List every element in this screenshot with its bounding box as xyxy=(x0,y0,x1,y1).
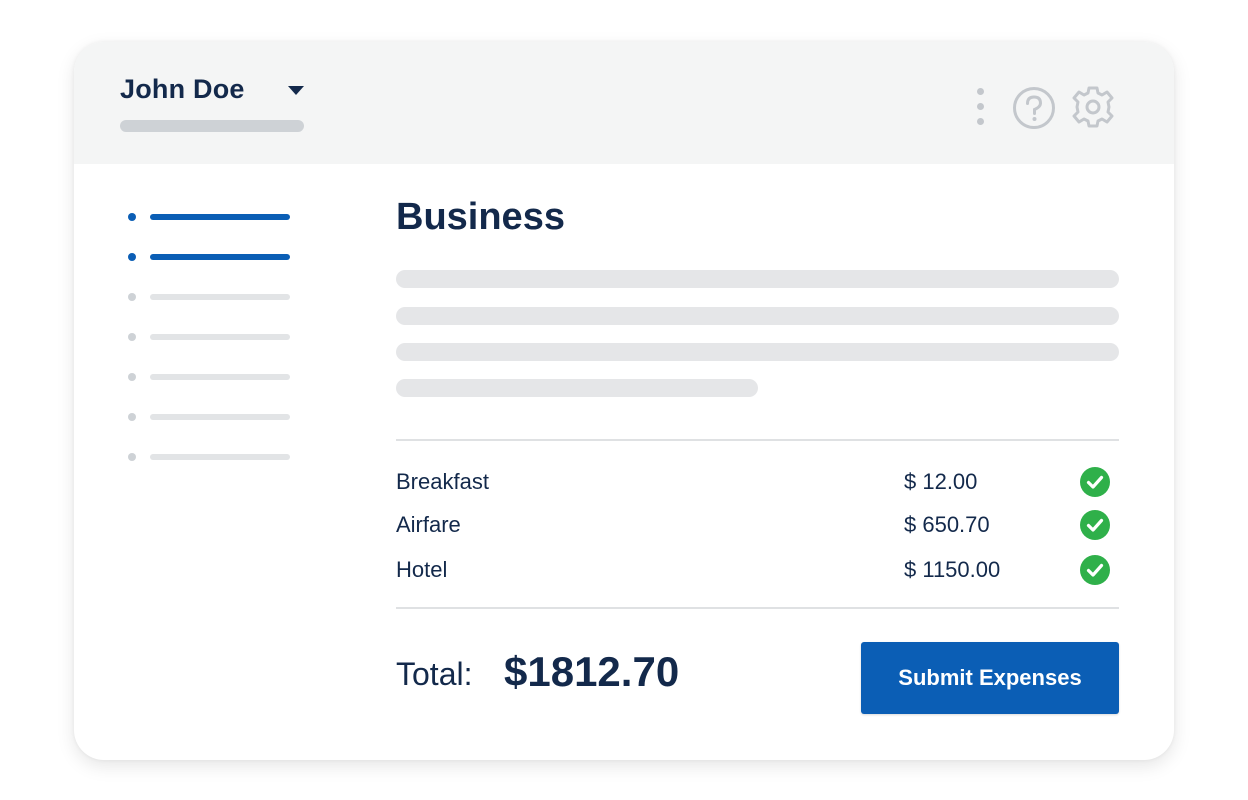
page-title: Business xyxy=(396,196,565,238)
check-icon xyxy=(1080,555,1110,585)
check-icon xyxy=(1080,510,1110,540)
sidebar-bullet xyxy=(128,333,136,341)
user-name[interactable]: John Doe xyxy=(120,74,245,105)
sidebar-item-5[interactable] xyxy=(128,373,298,383)
header-bar: John Doe xyxy=(74,42,1174,164)
expense-name: Hotel xyxy=(396,557,448,582)
expense-row: Airfare $ 650.70 xyxy=(396,510,1119,540)
user-dropdown-caret-icon[interactable] xyxy=(288,86,304,95)
sidebar-label-placeholder xyxy=(150,294,290,300)
sidebar-label-placeholder xyxy=(150,334,290,340)
text-placeholder-line xyxy=(396,379,758,397)
sidebar-label-placeholder xyxy=(150,254,290,260)
expense-row: Breakfast $ 12.00 xyxy=(396,467,1119,497)
sidebar-item-2[interactable] xyxy=(128,253,298,263)
sidebar-item-7[interactable] xyxy=(128,453,298,463)
sidebar-item-4[interactable] xyxy=(128,333,298,343)
gear-icon[interactable] xyxy=(1070,84,1116,130)
kebab-menu-icon[interactable] xyxy=(970,88,990,126)
expense-window: John Doe Business Breakfast $ 12.00 Airf… xyxy=(74,42,1174,760)
sidebar-label-placeholder xyxy=(150,454,290,460)
text-placeholder-line xyxy=(396,307,1119,325)
sidebar-item-3[interactable] xyxy=(128,293,298,303)
expense-amount: $ 1150.00 xyxy=(904,557,1001,582)
sidebar-item-6[interactable] xyxy=(128,413,298,423)
text-placeholder-line xyxy=(396,343,1119,361)
user-subtitle-placeholder xyxy=(120,120,304,132)
divider xyxy=(396,439,1119,441)
sidebar-item-1[interactable] xyxy=(128,213,298,223)
submit-expenses-button[interactable]: Submit Expenses xyxy=(861,642,1119,714)
sidebar-bullet xyxy=(128,453,136,461)
sidebar-bullet xyxy=(128,373,136,381)
sidebar-label-placeholder xyxy=(150,414,290,420)
sidebar-bullet xyxy=(128,253,136,261)
total-label: Total: xyxy=(396,656,473,692)
sidebar-bullet xyxy=(128,213,136,221)
sidebar-label-placeholder xyxy=(150,374,290,380)
expense-amount: $ 12.00 xyxy=(904,469,978,494)
expense-name: Airfare xyxy=(396,512,461,537)
expense-row: Hotel $ 1150.00 xyxy=(396,555,1119,585)
sidebar-label-placeholder xyxy=(150,214,290,220)
text-placeholder-line xyxy=(396,270,1119,288)
expense-name: Breakfast xyxy=(396,469,489,494)
sidebar-bullet xyxy=(128,293,136,301)
total-value: $1812.70 xyxy=(504,648,680,695)
expense-amount: $ 650.70 xyxy=(904,512,990,537)
check-icon xyxy=(1080,467,1110,497)
divider xyxy=(396,607,1119,609)
sidebar-bullet xyxy=(128,413,136,421)
help-icon[interactable] xyxy=(1012,86,1056,130)
